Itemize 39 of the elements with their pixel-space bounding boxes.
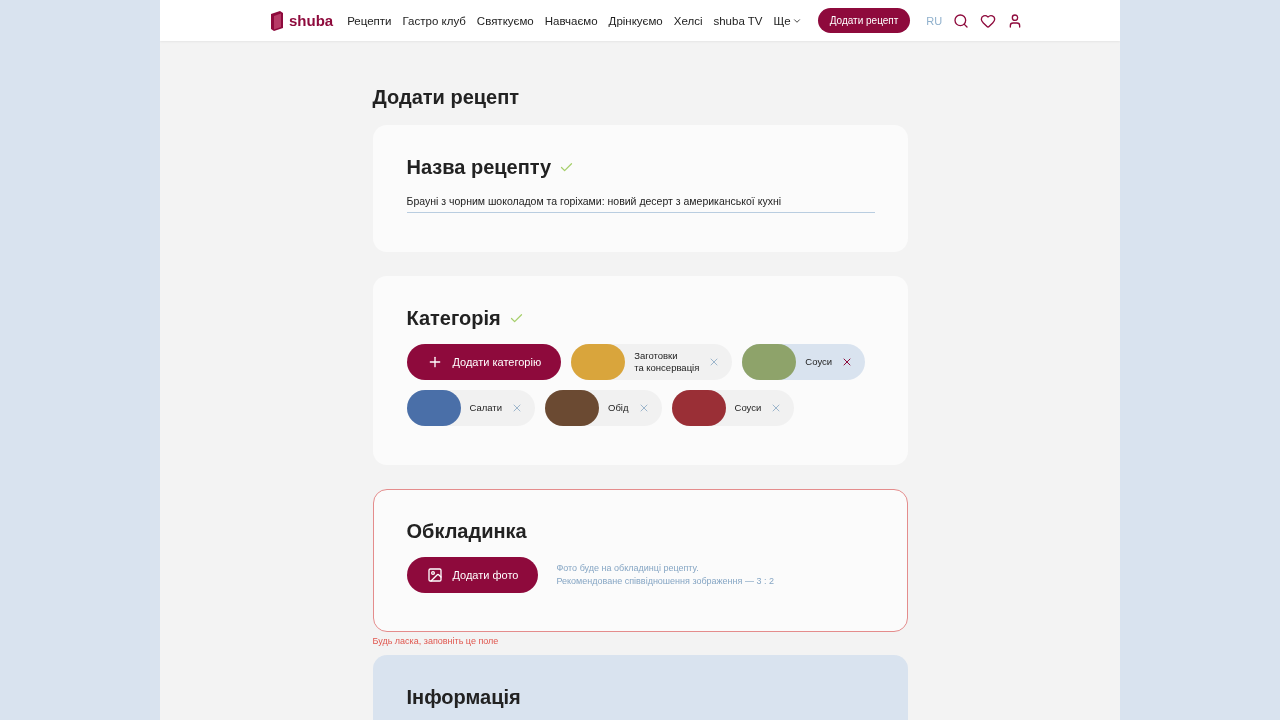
nav-link[interactable]: Святкуємо [476,14,534,27]
nav-link[interactable]: Ще [773,14,802,27]
photo-placeholder [571,344,626,380]
section-title: Назва рецепту [406,156,552,179]
search-icon[interactable] [953,12,970,29]
photo-placeholder [742,344,797,380]
chip-label: Салати [469,401,503,415]
nav-link[interactable]: Дрінкуємо [608,14,663,27]
recipe-name-field[interactable]: Брауні з чорним шоколадом та горіхами: новий десерт з американської кухні [406,193,875,213]
nav-link[interactable]: Рецепти [347,14,392,27]
add-recipe-button[interactable]: Додати рецепт [817,8,911,33]
nav-link[interactable]: Гастро клуб [402,14,466,27]
chip-label: Соуси [805,355,833,369]
category-chip[interactable]: Заготовки та консервація [571,344,733,380]
chip-label: Соуси [734,401,762,415]
logo-icon [268,9,286,32]
nav-link[interactable]: Навчаємо [544,14,598,27]
category-chip[interactable]: Соуси [671,390,795,426]
category-chip[interactable]: Салати [406,390,536,426]
section-title: Обкладинка [406,520,527,543]
add-category-button[interactable]: Додати категорію [406,344,562,380]
heart-icon[interactable] [980,12,997,29]
image-icon [426,567,443,583]
cover-hint: Фото буде на обкладинці рецепту. Рекомендоване співвідношення зображення — 3 : 2 [556,562,774,588]
error-message: Будь ласка, заповніть це поле [372,636,500,646]
chip-label: Обід [608,401,629,415]
photo-placeholder [545,390,600,426]
logo[interactable]: shuba [268,9,334,32]
section-title: Інформація [406,686,521,709]
nav-link[interactable]: shuba TV [713,14,763,27]
chip-label: Заготовки та консервація [634,349,700,375]
photo-placeholder [671,390,726,426]
add-photo-button[interactable]: Додати фото [406,557,539,593]
section-title: Категорія [406,307,501,330]
photo-placeholder [406,390,461,426]
category-chip[interactable]: Соуси [742,344,866,380]
page-title: Додати рецепт [372,85,521,109]
nav-link[interactable]: Хелсі [673,14,703,27]
category-chip[interactable]: Обід [545,390,662,426]
